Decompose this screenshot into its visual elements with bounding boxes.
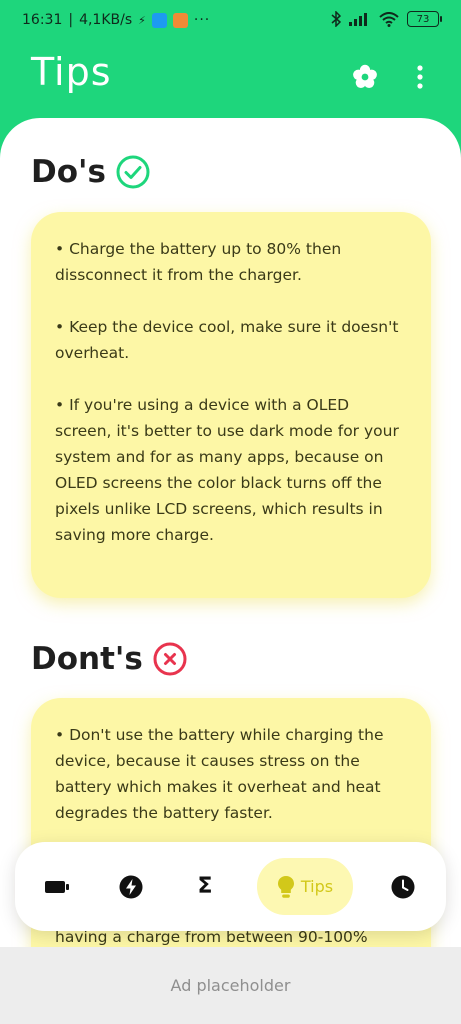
more-options-button[interactable] [408,62,432,92]
twitter-notification-icon [151,12,167,28]
donts-tip: • Don't use the battery while charging t… [55,726,384,822]
charge-icon [119,875,143,898]
nav-history-button[interactable] [383,858,423,915]
status-bar: 16:31 | 4,1KB/s ⚡ ··· 73 [0,0,461,44]
nav-charge-button[interactable] [111,858,151,915]
nav-tips-button[interactable]: Tips [257,858,353,915]
more-vertical-icon [417,65,423,89]
battery-level: 73 [416,13,430,25]
dos-tip: • Charge the battery up to 80% then diss… [55,240,342,284]
sigma-icon: Σ [197,874,213,899]
cross-circle-icon [153,642,187,676]
nav-screen-button[interactable] [37,858,77,915]
dos-tip: • If you're using a device with a OLED s… [55,396,399,544]
signal-icon [349,13,367,26]
flower-settings-icon [353,64,377,88]
lightning-status-icon: ⚡ [138,13,146,27]
dos-card: • Charge the battery up to 80% then diss… [31,212,431,598]
dos-tip: • Keep the device cool, make sure it doe… [55,318,399,362]
battery-icon: 73 [407,11,442,27]
ad-banner[interactable]: Ad placeholder [0,947,461,1024]
nav-tips-label: Tips [300,877,334,896]
status-time: 16:31 [22,12,63,28]
bluetooth-icon [331,11,341,27]
bottom-navigation: Σ Tips [15,842,446,931]
status-network-speed: 4,1KB/s [79,12,133,28]
donts-heading: Dont's [31,641,187,677]
dos-title: Do's [31,154,106,190]
status-separator: | [68,12,74,28]
donts-title: Dont's [31,641,143,677]
page-title: Tips [31,50,112,94]
app-notification-icon [172,12,188,28]
clock-icon [391,875,415,898]
more-notifications-icon: ··· [193,12,211,28]
settings-button[interactable] [350,62,380,92]
ad-placeholder-label: Ad placeholder [170,976,291,995]
wifi-icon [379,11,399,27]
lightbulb-icon [277,875,294,898]
dos-heading: Do's [31,154,150,190]
screen-icon [45,880,69,893]
check-circle-icon [116,155,150,189]
nav-stats-button[interactable]: Σ [185,858,225,915]
